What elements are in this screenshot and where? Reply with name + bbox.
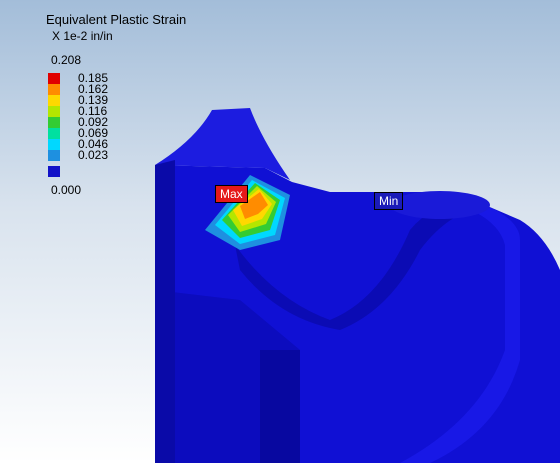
- legend-band: 0.023: [48, 148, 178, 162]
- min-probe-label[interactable]: Min: [374, 192, 404, 210]
- legend-band: 0.185: [48, 72, 178, 84]
- legend-swatch: [48, 73, 60, 84]
- legend-band: 0.162: [48, 83, 178, 95]
- model-front-face: [260, 350, 300, 463]
- legend-band: 0.069: [48, 127, 178, 139]
- graphics-viewport[interactable]: Equivalent Plastic Strain X 1e-2 in/in 0…: [0, 0, 560, 463]
- legend-swatch: [48, 139, 60, 150]
- model-left-face: [155, 160, 175, 463]
- legend-band: 0.046: [48, 138, 178, 150]
- legend-band-label: 0.023: [78, 148, 109, 162]
- legend-min-value: 0.000: [51, 183, 82, 197]
- legend-swatch: [48, 84, 60, 95]
- model-top-recess: [390, 191, 490, 219]
- legend-band: [48, 166, 178, 177]
- legend-band: 0.116: [48, 105, 178, 117]
- legend-swatch: [48, 166, 60, 177]
- legend-band: 0.139: [48, 94, 178, 106]
- max-probe-label[interactable]: Max: [215, 185, 248, 203]
- legend-units: X 1e-2 in/in: [52, 29, 113, 43]
- legend-swatch: [48, 128, 60, 139]
- legend-swatch: [48, 95, 60, 106]
- legend-title: Equivalent Plastic Strain: [46, 12, 187, 27]
- legend-swatch: [48, 117, 60, 128]
- legend-band: 0.092: [48, 116, 178, 128]
- legend-swatch: [48, 106, 60, 117]
- fea-model-render[interactable]: [0, 0, 560, 463]
- legend-swatch: [48, 150, 60, 161]
- legend-max-value: 0.208: [51, 53, 82, 67]
